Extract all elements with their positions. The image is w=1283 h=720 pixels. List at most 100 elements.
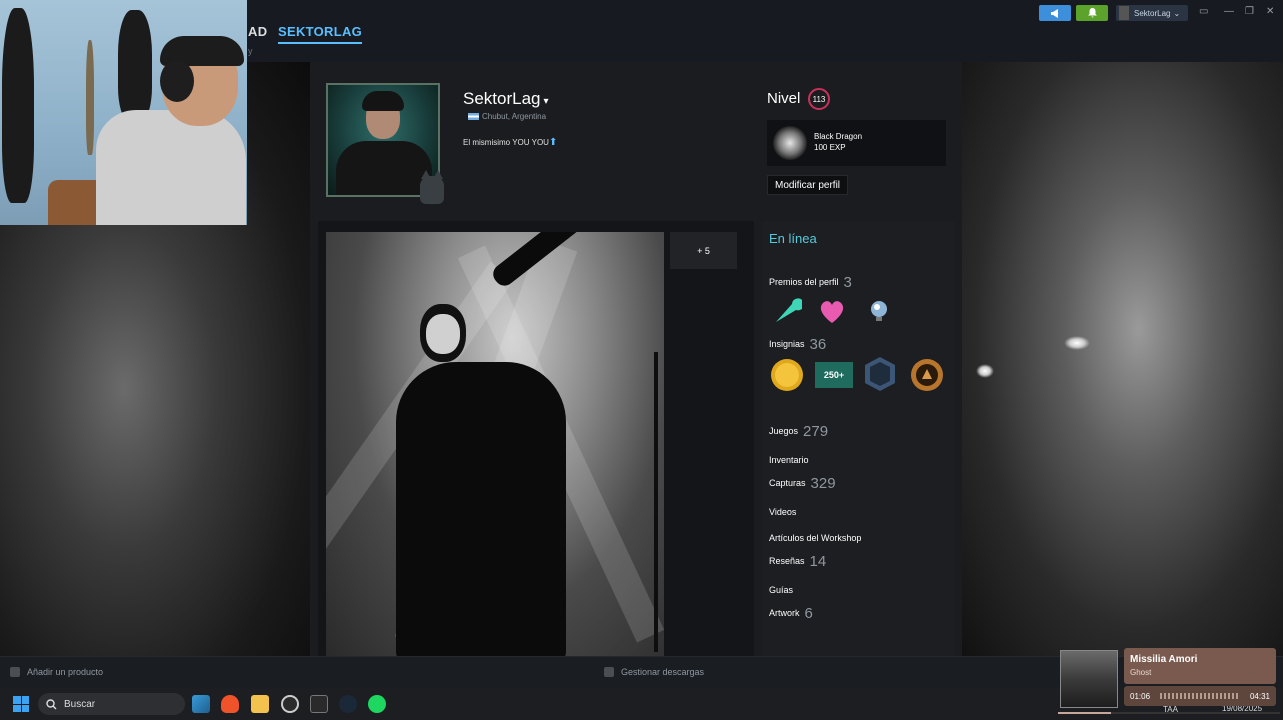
file-explorer-icon[interactable]	[251, 695, 269, 713]
track-info: Missilia Amori Ghost	[1124, 648, 1276, 684]
summary-text: El mismisimo YOU YOU	[463, 138, 549, 147]
guitar-silhouette	[2, 8, 34, 203]
manage-downloads-label: Gestionar descargas	[621, 667, 705, 677]
user-avatar	[1119, 6, 1129, 20]
black-dragon-badge-icon	[773, 126, 807, 160]
notifications-button[interactable]	[1076, 5, 1108, 21]
total-time: 04:31	[1249, 692, 1270, 701]
guides-label: Guías	[769, 585, 794, 595]
persona-name-text: SektorLag	[463, 89, 541, 108]
add-product-button[interactable]: Añadir un producto	[10, 667, 103, 677]
guitar-neck	[86, 40, 94, 155]
awards-count: 3	[843, 274, 852, 291]
avatar-hair	[362, 91, 404, 111]
download-icon	[604, 667, 614, 677]
now-playing-widget[interactable]: Missilia Amori Ghost 01:06 04:31	[1058, 648, 1280, 718]
spotify-icon[interactable]	[368, 695, 386, 713]
widgets-app-icon[interactable]	[192, 695, 210, 713]
current-time: 01:06	[1130, 692, 1151, 701]
featured-badge-xp: 100 EXP	[814, 143, 846, 152]
workshop-link[interactable]: Artículos del Workshop	[769, 533, 861, 543]
inventory-label: Inventario	[769, 455, 809, 465]
badges-link[interactable]: Insignias 36	[769, 336, 826, 353]
windows-start-icon[interactable]	[13, 696, 29, 712]
bronze-emblem-badge-icon[interactable]	[909, 357, 945, 393]
artwork-label: Artwork	[769, 608, 800, 618]
awards-label: Premios del perfil	[769, 277, 839, 287]
videos-link[interactable]: Videos	[769, 507, 796, 517]
guides-link[interactable]: Guías	[769, 585, 793, 595]
person-shirt	[96, 110, 246, 225]
headphones	[160, 60, 194, 102]
caret-down-icon[interactable]: ▾	[544, 96, 549, 107]
background-eye	[976, 364, 994, 378]
screenshots-label: Capturas	[769, 478, 806, 488]
brave-browser-icon[interactable]	[221, 695, 239, 713]
maximize-icon[interactable]: ❐	[1245, 6, 1254, 17]
screenshots-link[interactable]: Capturas 329	[769, 475, 836, 492]
add-product-label: Añadir un producto	[27, 667, 104, 677]
workshop-label: Artículos del Workshop	[769, 533, 862, 543]
nav-community[interactable]: AD	[248, 24, 267, 39]
big-picture-icon[interactable]: ▭	[1199, 6, 1208, 17]
games-count: 279	[803, 423, 829, 440]
level-badge[interactable]: 113	[808, 88, 830, 110]
gold-coin-badge-icon[interactable]	[769, 357, 805, 393]
epic-games-icon[interactable]	[310, 695, 328, 713]
playback-bar[interactable]: 01:06 04:31	[1124, 686, 1276, 706]
mic-stand	[654, 352, 658, 652]
close-icon[interactable]: ✕	[1266, 6, 1274, 17]
years-of-service-badge[interactable]: 250+	[815, 362, 853, 388]
account-name: SektorLag	[1134, 8, 1171, 18]
argentina-flag-icon	[468, 113, 479, 120]
showcase-artwork-image[interactable]	[326, 232, 664, 656]
guitar-silhouette	[118, 10, 152, 120]
reviews-label: Reseñas	[769, 556, 805, 566]
announcements-button[interactable]	[1039, 5, 1071, 21]
level-label: Nivel	[767, 90, 801, 107]
playback-progress-fill	[1058, 712, 1112, 714]
plus-square-icon	[10, 667, 20, 677]
featured-badge[interactable]: Black Dragon 100 EXP	[767, 120, 946, 166]
screen: AD SEKTORLAG y SektorLag ⌄ ▭ — ❐ ✕ Sekto…	[0, 0, 1283, 720]
track-title: Missilia Amori	[1130, 654, 1198, 665]
globe-award-icon[interactable]	[864, 296, 894, 326]
featured-badge-name: Black Dragon	[814, 132, 863, 141]
manage-downloads-button[interactable]: Gestionar descargas	[604, 667, 704, 677]
playback-progress[interactable]	[1058, 712, 1280, 714]
profile-background-right	[962, 62, 1283, 656]
profile-summary: El mismisimo YOU YOU⬆	[463, 137, 557, 148]
badges-label: Insignias	[769, 339, 805, 349]
singer-body	[396, 362, 566, 656]
reviews-link[interactable]: Reseñas 14	[769, 553, 826, 570]
profile-location: Chubut, Argentina	[468, 112, 546, 121]
account-menu[interactable]: SektorLag ⌄	[1116, 5, 1188, 21]
webcam-overlay	[0, 0, 247, 225]
search-placeholder: Buscar	[64, 698, 96, 710]
waveform	[1160, 693, 1240, 699]
obs-studio-icon[interactable]	[281, 695, 299, 713]
games-link[interactable]: Juegos 279	[769, 423, 828, 440]
pink-heart-award-icon[interactable]	[817, 296, 847, 326]
minimize-icon[interactable]: —	[1224, 6, 1234, 17]
steam-icon[interactable]	[339, 695, 357, 713]
more-artwork-button[interactable]: + 5	[670, 232, 737, 269]
hexagon-game-badge-icon[interactable]	[862, 356, 898, 392]
nav-subtext: y	[248, 46, 253, 56]
profile-awards-link[interactable]: Premios del perfil 3	[769, 274, 852, 291]
screenshots-count: 329	[810, 475, 836, 492]
artwork-count: 6	[804, 605, 813, 622]
artwork-link[interactable]: Artwork 6	[769, 605, 813, 622]
teal-comet-award-icon[interactable]	[772, 296, 802, 326]
album-art	[1060, 650, 1118, 708]
bell-icon	[1087, 8, 1097, 18]
nav-profile[interactable]: SEKTORLAG	[278, 24, 363, 44]
edit-profile-button[interactable]: Modificar perfil	[767, 175, 849, 195]
games-label: Juegos	[769, 426, 799, 436]
persona-name[interactable]: SektorLag ▾	[463, 89, 549, 109]
singer-face	[426, 314, 460, 354]
search-icon	[46, 698, 57, 709]
inventory-link[interactable]: Inventario	[769, 455, 809, 465]
taskbar-search[interactable]: Buscar	[38, 693, 185, 715]
megaphone-icon	[1050, 8, 1058, 18]
